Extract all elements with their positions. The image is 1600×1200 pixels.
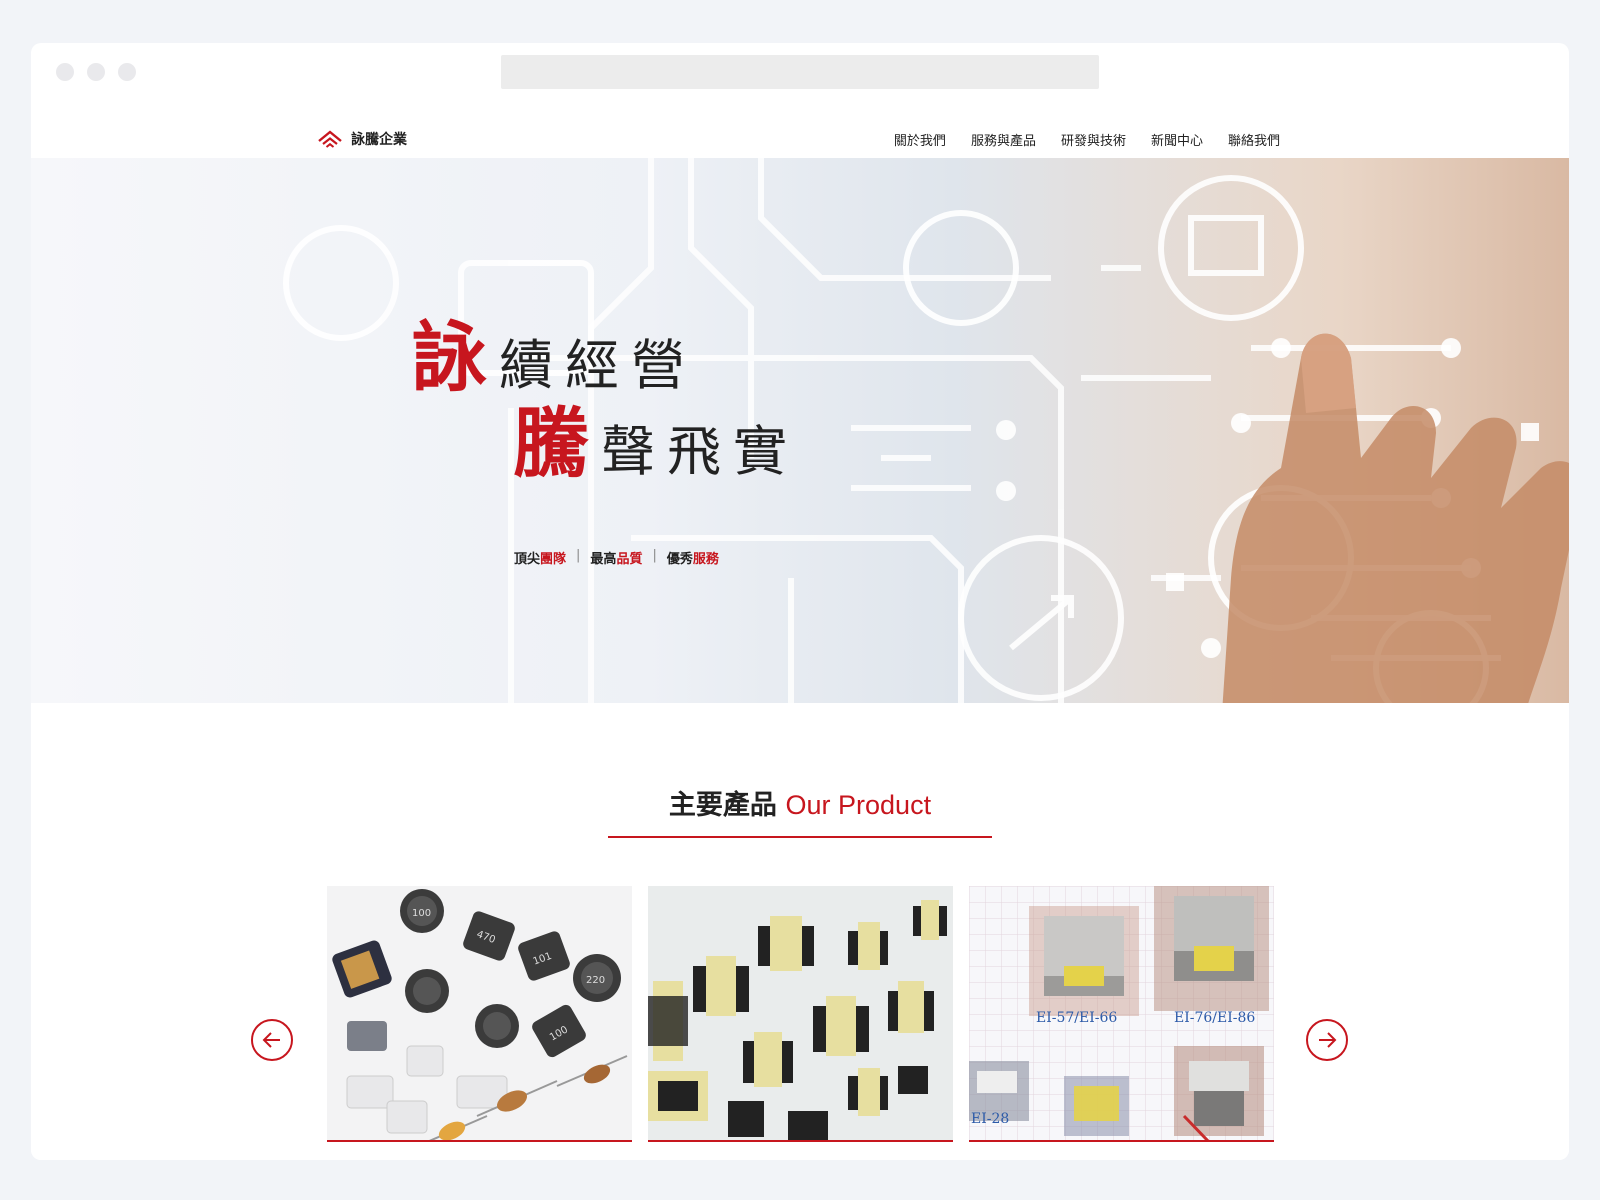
inductor-label-100a: 100 [412,908,431,919]
products-section: 主要產品 Our Product 100 470 101 220 100 EI-… [31,703,1569,1160]
tagline-service: 優秀服務 [667,548,719,567]
product-card-transformers[interactable] [648,886,953,1142]
title-underline [608,836,992,838]
tagline-service-prefix: 優秀 [666,552,693,567]
window-maximize-dot[interactable] [118,63,136,81]
window-minimize-dot[interactable] [87,63,105,81]
model-label-ei76: EI-76/EI-86 [1174,1010,1255,1026]
arrow-right-icon [1319,1032,1337,1048]
tagline-team-prefix: 頂尖 [514,552,541,567]
ferrite-transformer-cores-image [648,886,953,1140]
tagline-team-highlight: 團隊 [540,552,567,567]
carousel-prev-button[interactable] [251,1019,293,1061]
address-bar[interactable] [501,55,1099,89]
tagline-quality: 最高品質 [590,548,642,567]
browser-window: 詠騰企業 關於我們 服務與產品 研發與技術 新聞中心 聯絡我們 詠 續經營 騰 … [31,43,1569,1160]
ei-transformer-catalog-image: EI-57/EI-66 EI-76/EI-86 EI-28 [969,886,1274,1140]
tagline-team: 頂尖團隊 [514,548,566,567]
slogan-line1-text: 續經營 [499,334,697,397]
browser-chrome [31,43,1569,113]
hero-slogan: 詠 續經營 騰 聲飛實 [411,318,799,484]
hand-touch-image [1222,333,1569,703]
model-label-ei28: EI-28 [971,1111,1009,1127]
nav-rd-technology[interactable]: 研發與技術 [1061,130,1126,149]
arrow-left-icon [262,1032,280,1048]
slogan-line1-accent: 詠 [411,313,487,402]
brand-name: 詠騰企業 [351,132,407,148]
hero-banner: 詠 續經營 騰 聲飛實 頂尖團隊 | 最高品質 | 優秀服務 [31,158,1569,703]
brand-chevron-icon [318,130,342,148]
section-title-en: Our Product [785,790,932,820]
tagline-separator: | [576,548,581,563]
nav-about[interactable]: 關於我們 [894,130,946,149]
section-title-zh: 主要產品 [668,790,777,821]
slogan-line2-accent: 騰 [513,399,589,488]
inductor-label-220: 220 [586,975,605,986]
section-title: 主要產品 Our Product [31,783,1569,822]
model-label-ei57: EI-57/EI-66 [1036,1010,1117,1026]
tagline-quality-prefix: 最高 [590,552,617,567]
brand-logo[interactable]: 詠騰企業 [317,129,407,149]
window-close-dot[interactable] [56,63,74,81]
nav-services-products[interactable]: 服務與產品 [971,130,1036,149]
nav-contact[interactable]: 聯絡我們 [1228,130,1280,149]
nav-news[interactable]: 新聞中心 [1151,130,1203,149]
tagline-separator: | [652,548,657,563]
product-card-inductors[interactable]: 100 470 101 220 100 [327,886,632,1142]
carousel-next-button[interactable] [1306,1019,1348,1061]
smd-inductor-components-image: 100 470 101 220 100 [327,886,632,1140]
tagline-quality-highlight: 品質 [616,552,643,567]
main-nav: 關於我們 服務與產品 研發與技術 新聞中心 聯絡我們 [894,130,1280,149]
tagline-service-highlight: 服務 [692,552,719,567]
window-controls [56,63,136,81]
product-card-ei-transformers[interactable]: EI-57/EI-66 EI-76/EI-86 EI-28 [969,886,1274,1142]
slogan-line2-text: 聲飛實 [601,420,799,483]
hero-tagline: 頂尖團隊 | 最高品質 | 優秀服務 [514,548,719,567]
